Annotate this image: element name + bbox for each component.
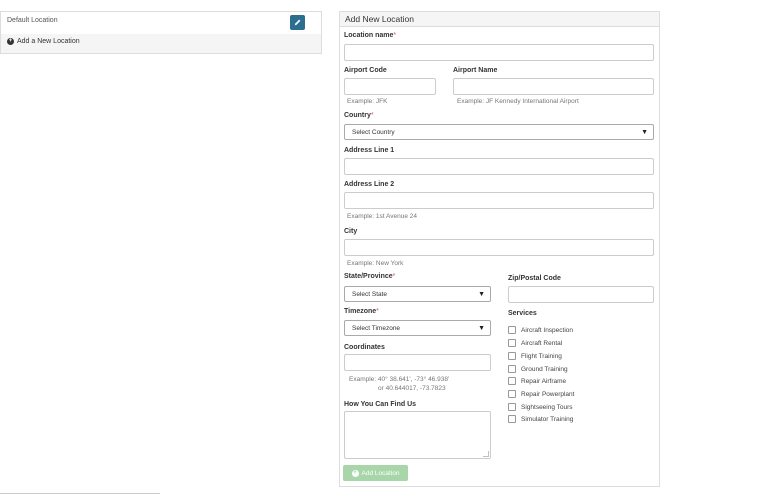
checkbox[interactable] — [508, 365, 516, 373]
add-location-button-label: Add Location — [361, 469, 400, 477]
zip-input[interactable] — [508, 286, 654, 303]
service-label: Aircraft Inspection — [521, 326, 574, 334]
location-name-input[interactable] — [344, 44, 654, 61]
checkbox[interactable] — [508, 377, 516, 385]
service-option[interactable]: Repair Airframe — [508, 377, 566, 385]
required-marker: * — [393, 32, 397, 39]
service-label: Simulator Training — [521, 415, 574, 423]
resize-grip-icon[interactable] — [483, 451, 489, 457]
airport-code-help: Example: JFK — [347, 98, 388, 105]
dropdown-arrow-icon: ▼ — [641, 129, 648, 136]
service-option[interactable]: Aircraft Inspection — [508, 326, 573, 334]
zip-label: Zip/Postal Code — [508, 275, 561, 282]
address-line-1-input[interactable] — [344, 158, 654, 175]
find-us-textarea[interactable] — [344, 411, 491, 459]
airport-name-label: Airport Name — [453, 67, 498, 74]
service-label: Flight Training — [521, 352, 562, 360]
service-label: Aircraft Rental — [521, 339, 563, 347]
panel-title: Add New Location — [345, 14, 414, 24]
checkbox[interactable] — [508, 326, 516, 334]
panel-header: Add New Location — [340, 12, 659, 27]
add-new-location-label: Add a New Location — [17, 38, 80, 45]
address-line-2-label: Address Line 2 — [344, 181, 395, 188]
timezone-select-value: Select Timezone — [352, 325, 401, 332]
airport-code-input[interactable] — [344, 78, 436, 95]
services-label: Services — [508, 310, 537, 317]
address-line-1-label: Address Line 1 — [344, 147, 395, 154]
city-input[interactable] — [344, 239, 654, 256]
service-label: Repair Powerplant — [521, 390, 575, 398]
add-location-button[interactable]: + Add Location — [343, 465, 408, 481]
plus-circle-icon: + — [351, 469, 359, 477]
airport-name-help: Example: JF Kennedy International Airpor… — [457, 98, 579, 105]
find-us-label: How You Can Find Us — [344, 401, 417, 408]
city-help: Example: New York — [347, 260, 404, 267]
dropdown-arrow-icon: ▼ — [478, 325, 485, 332]
add-location-row: + Add a New Location — [1, 34, 321, 53]
city-label: City — [344, 228, 358, 235]
edit-location-button[interactable] — [290, 15, 305, 30]
state-label: State/Province* — [344, 273, 396, 280]
airport-name-input[interactable] — [453, 78, 654, 95]
service-option[interactable]: Sightseeing Tours — [508, 403, 573, 411]
country-label: Country* — [344, 112, 374, 119]
coordinates-input[interactable] — [344, 354, 491, 371]
coordinates-label: Coordinates — [344, 344, 385, 351]
service-label: Ground Training — [521, 365, 568, 373]
location-name: Default Location — [7, 17, 58, 24]
horizontal-scrollbar[interactable] — [0, 493, 160, 494]
address-line-2-input[interactable] — [344, 192, 654, 209]
country-select[interactable]: Select Country ▼ — [344, 124, 654, 140]
checkbox[interactable] — [508, 339, 516, 347]
required-marker: * — [376, 308, 379, 315]
airport-code-label: Airport Code — [344, 67, 387, 74]
coordinates-help-1: Example: 40° 38.641', -73° 46.938' — [349, 376, 450, 383]
timezone-label: Timezone* — [344, 308, 379, 315]
checkbox[interactable] — [508, 390, 516, 398]
dropdown-arrow-icon: ▼ — [478, 291, 485, 298]
checkbox[interactable] — [508, 415, 516, 423]
service-option[interactable]: Repair Powerplant — [508, 390, 574, 398]
checkbox[interactable] — [508, 403, 516, 411]
location-list: Default Location + Add a New Location — [0, 11, 322, 54]
add-new-location-link[interactable]: + Add a New Location — [7, 38, 80, 45]
service-option[interactable]: Simulator Training — [508, 415, 573, 423]
country-select-value: Select Country — [352, 129, 395, 136]
checkbox[interactable] — [508, 352, 516, 360]
state-select-value: Select State — [352, 291, 388, 298]
plus-circle-icon: + — [7, 38, 14, 45]
state-select[interactable]: Select State ▼ — [344, 286, 491, 302]
coordinates-help-2: or 40.644017, -73.7823 — [378, 385, 446, 392]
pencil-icon — [294, 19, 301, 26]
service-option[interactable]: Flight Training — [508, 352, 562, 360]
required-marker: * — [370, 112, 374, 119]
timezone-select[interactable]: Select Timezone ▼ — [344, 320, 491, 336]
service-option[interactable]: Ground Training — [508, 365, 568, 373]
address-line-2-help: Example: 1st Avenue 24 — [347, 213, 417, 220]
service-option[interactable]: Aircraft Rental — [508, 339, 562, 347]
location-row: Default Location — [1, 12, 321, 35]
service-label: Repair Airframe — [521, 377, 567, 385]
required-marker: * — [392, 273, 396, 280]
service-label: Sightseeing Tours — [521, 403, 573, 411]
location-name-label: Location name* — [344, 32, 397, 39]
